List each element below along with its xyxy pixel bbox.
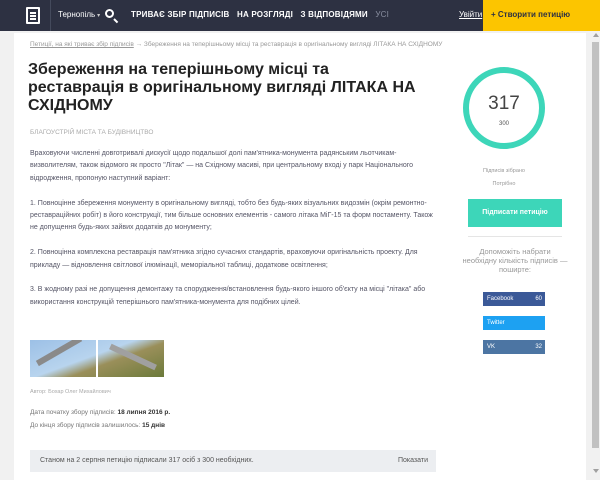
start-date-line: Дата початку збору підписів: 18 липня 20… [30, 409, 170, 416]
document-logo-icon[interactable] [26, 7, 40, 24]
signature-status-bar: Станом на 2 серпня петицію підписали 317… [30, 450, 436, 472]
breadcrumb: Петиції, на які триває збір підписів → З… [30, 41, 442, 48]
facebook-label: Facebook [487, 296, 514, 302]
share-twitter-button[interactable]: Twitter [483, 316, 545, 330]
collected-label: Підписів зібрано [483, 168, 525, 174]
nav-item-under-review[interactable]: НА РОЗГЛЯДІ [237, 10, 293, 19]
share-vk-button[interactable]: VK 32 [483, 340, 545, 354]
petition-author: Автор: Бохар Олег Михайлович [30, 389, 111, 395]
login-link[interactable]: Увійти [459, 10, 482, 19]
needed-label: Потрібно [492, 181, 516, 187]
petition-category: БЛАГОУСТРІЙ МІСТА ТА БУДІВНИЦТВО [30, 129, 154, 136]
remaining-value: 15 днів [142, 422, 166, 429]
top-navigation-bar: Тернопіль ▾ ТРИВАЄ ЗБІР ПІДПИСІВ НА РОЗГЛ… [0, 0, 600, 31]
nav-item-collecting[interactable]: ТРИВАЄ ЗБІР ПІДПИСІВ [131, 10, 230, 19]
header-divider [50, 0, 51, 31]
twitter-label: Twitter [487, 320, 505, 326]
signature-needed: 300 [498, 121, 509, 127]
main-nav: ТРИВАЄ ЗБІР ПІДПИСІВ НА РОЗГЛЯДІ З ВІДПО… [131, 10, 394, 19]
breadcrumb-current: → Збереження на теперішньому місці та ре… [135, 41, 443, 48]
search-icon[interactable] [105, 9, 114, 18]
signature-count: 317 [488, 93, 520, 114]
petition-title: Збереження на теперішньому місці та рест… [28, 61, 416, 114]
start-date-value: 18 липня 2016 р. [117, 409, 171, 416]
petition-body: Враховуючи численні довготривалі дискусі… [30, 148, 440, 322]
remaining-line: До кінця збору підписів залишилось: 15 д… [30, 422, 165, 429]
monument-photo[interactable] [30, 340, 164, 377]
petition-card: Петиції, на які триває збір підписів → З… [14, 33, 586, 480]
city-selector[interactable]: Тернопіль ▾ [58, 10, 100, 19]
vk-label: VK [487, 344, 496, 350]
facebook-count: 60 [535, 296, 542, 302]
breadcrumb-parent-link[interactable]: Петиції, на які триває збір підписів [30, 41, 134, 48]
create-petition-button[interactable]: + Створити петицію [483, 0, 600, 31]
petition-paragraph: 3. В жодному разі не допущення демонтажу… [30, 286, 426, 306]
start-date-label: Дата початку збору підписів: [30, 409, 116, 416]
petition-paragraph: 1. Повноцінне збереження монументу в ори… [30, 199, 433, 232]
photo-divider [96, 340, 98, 377]
show-signers-link[interactable]: Показати [398, 457, 428, 464]
sign-petition-button[interactable]: Підписати петицію [468, 199, 562, 227]
nav-item-answered[interactable]: З ВІДПОВІДЯМИ [301, 10, 368, 19]
status-text: Станом на 2 серпня петицію підписали 317… [40, 457, 254, 464]
petition-paragraph: 2. Повноцінна комплексна реставрація пам… [30, 249, 418, 269]
scrollbar-thumb[interactable] [592, 42, 599, 448]
signature-progress-ring: 317 300 [463, 67, 545, 149]
chevron-down-icon: ▾ [97, 13, 101, 19]
scroll-down-arrow-icon[interactable] [593, 469, 599, 473]
city-label: Тернопіль [58, 10, 96, 19]
vk-count: 32 [535, 344, 542, 350]
scroll-up-arrow-icon[interactable] [593, 33, 599, 37]
petition-paragraph: Враховуючи численні довготривалі дискусі… [30, 150, 414, 182]
sidebar-divider [468, 236, 562, 237]
nav-item-all[interactable]: УСІ [375, 10, 389, 19]
share-facebook-button[interactable]: Facebook 60 [483, 292, 545, 306]
remaining-label: До кінця збору підписів залишилось: [30, 422, 141, 429]
share-help-text: Допоможіть набрати необхідну кількість п… [462, 247, 568, 274]
